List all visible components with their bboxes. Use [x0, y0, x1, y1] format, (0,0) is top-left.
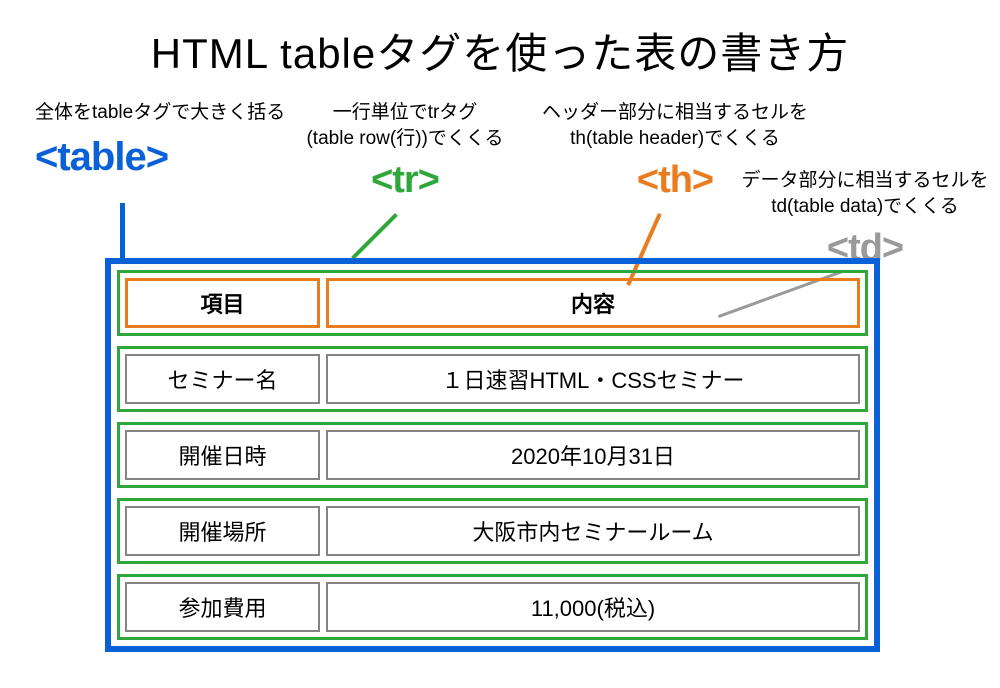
annotation-tr-desc1: 一行単位でtrタグ [280, 100, 530, 126]
table-row: 参加費用 11,000(税込) [117, 574, 868, 640]
td-col2: 2020年10月31日 [326, 430, 860, 480]
td-col1: 参加費用 [125, 582, 320, 632]
connector-table [120, 203, 125, 259]
table-row: 開催日時 2020年10月31日 [117, 422, 868, 488]
td-col1: 開催場所 [125, 506, 320, 556]
tag-label-table: <table> [35, 130, 315, 184]
page-title: HTML tableタグを使った表の書き方 [0, 0, 1000, 81]
td-col1: 開催日時 [125, 430, 320, 480]
annotation-th-desc2: th(table header)でくくる [515, 126, 835, 152]
td-col2: 大阪市内セミナールーム [326, 506, 860, 556]
annotation-tr: 一行単位でtrタグ (table row(行))でくくる <tr> [280, 100, 530, 207]
td-col1: セミナー名 [125, 354, 320, 404]
table-row-header: 項目 内容 [117, 270, 868, 336]
table-diagram: 項目 内容 セミナー名 １日速習HTML・CSSセミナー 開催日時 2020年1… [105, 258, 880, 652]
annotation-table-desc: 全体をtableタグで大きく括る [35, 100, 315, 126]
annotation-td-desc1: データ部分に相当するセルを [740, 168, 990, 194]
table-row: 開催場所 大阪市内セミナールーム [117, 498, 868, 564]
td-col2: １日速習HTML・CSSセミナー [326, 354, 860, 404]
annotation-th-desc1: ヘッダー部分に相当するセルを [515, 100, 835, 126]
th-col1: 項目 [125, 278, 320, 328]
table-row: セミナー名 １日速習HTML・CSSセミナー [117, 346, 868, 412]
annotation-tr-desc2: (table row(行))でくくる [280, 126, 530, 152]
annotation-td-desc2: td(table data)でくくる [740, 194, 990, 220]
annotation-table: 全体をtableタグで大きく括る <table> [35, 100, 315, 184]
td-col2: 11,000(税込) [326, 582, 860, 632]
th-col2: 内容 [326, 278, 860, 328]
tag-label-tr: <tr> [280, 155, 530, 206]
annotation-layer: 全体をtableタグで大きく括る <table> 一行単位でtrタグ (tabl… [0, 80, 1000, 260]
